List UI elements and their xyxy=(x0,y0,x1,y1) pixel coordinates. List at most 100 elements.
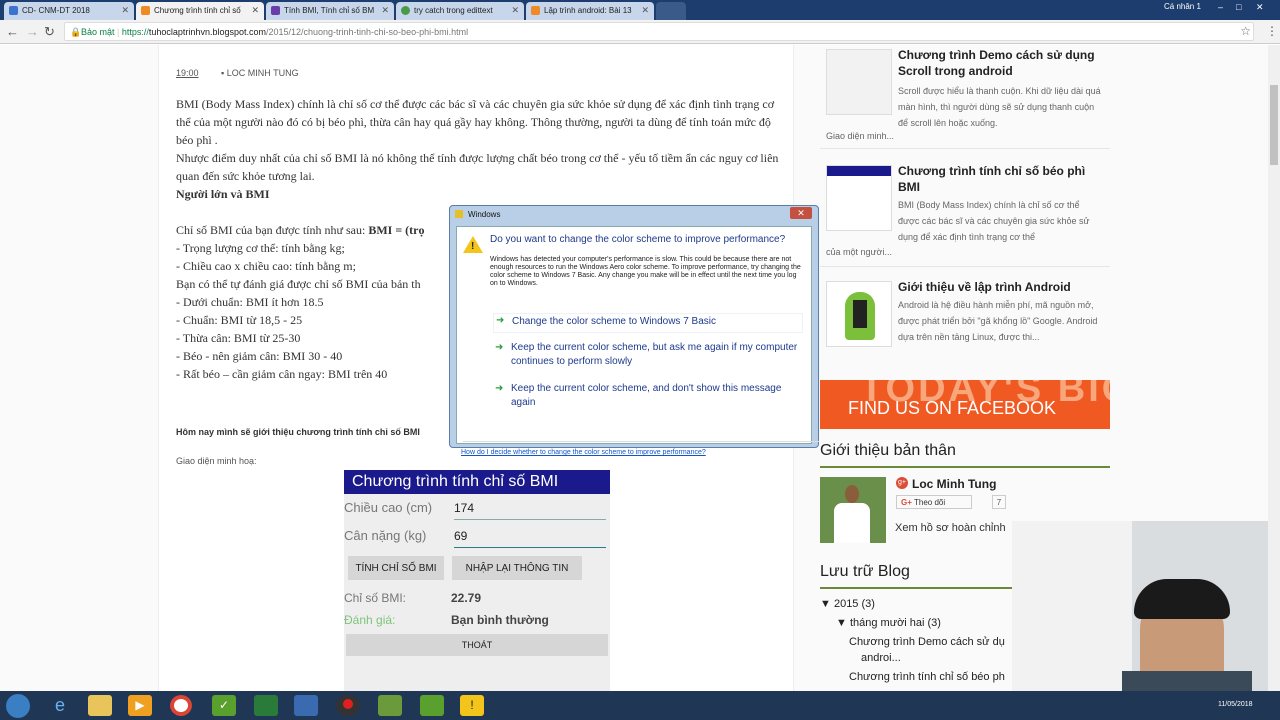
option-keep-dont-show[interactable]: ➜ Keep the current color scheme, and don'… xyxy=(493,382,803,410)
archive-month[interactable]: ▼ tháng mười hai (3) xyxy=(836,617,941,629)
banner-facebook-text: FIND US ON FACEBOOK xyxy=(848,398,1057,418)
archive-post-link[interactable]: androi... xyxy=(861,652,901,664)
reset-button: NHẬP LẠI THÔNG TIN xyxy=(452,556,582,580)
blogger-icon xyxy=(141,6,150,15)
dialog-description: Windows has detected your computer's per… xyxy=(490,256,801,287)
close-tab-icon[interactable]: ✕ xyxy=(251,5,259,16)
follow-button[interactable]: G+ Theo dõi xyxy=(896,495,972,509)
start-button[interactable] xyxy=(6,694,30,718)
windows-logo-icon xyxy=(455,210,463,218)
app-icon[interactable]: ✓ xyxy=(212,695,236,716)
facebook-banner[interactable]: TODAY'S BIG WINNER! FIND US ON FACEBOOK xyxy=(820,380,1110,429)
popular-post-title[interactable]: Giới thiệu về lập trình Android xyxy=(898,279,1103,295)
arrow-icon: ➜ xyxy=(495,342,504,353)
tab-label: CD- CNM-DT 2018 xyxy=(22,6,90,15)
monitor-icon[interactable] xyxy=(294,695,318,716)
popular-post-snippet: Android là hệ điều hành miễn phí, mã ngu… xyxy=(898,300,1098,342)
maximize-icon[interactable]: □ xyxy=(1236,2,1241,12)
bmi-label: Chỉ số BMI: xyxy=(344,591,407,605)
popular-post-title[interactable]: Chương trình Demo cách sử dụng Scroll tr… xyxy=(898,47,1103,79)
bookmark-star-icon[interactable]: ☆ xyxy=(1240,24,1251,38)
post-time[interactable]: 19:00 xyxy=(176,68,199,78)
close-window-icon[interactable]: ✕ xyxy=(1256,2,1264,13)
warning-taskbar-icon[interactable]: ! xyxy=(460,695,484,716)
dialog-title: Windows xyxy=(468,210,501,219)
close-tab-icon[interactable]: ✕ xyxy=(121,5,129,16)
popular-post-snippet: Scroll được hiểu là thanh cuộn. Khi dữ l… xyxy=(898,86,1101,128)
media-player-icon[interactable]: ▶ xyxy=(128,695,152,716)
popular-post-snippet-tail: Giao diện minh... xyxy=(826,131,895,141)
chrome-icon[interactable] xyxy=(170,695,192,716)
post-thumbnail xyxy=(826,49,892,115)
intro-text: Hôm nay mình sẽ giới thiệu chương trình … xyxy=(176,427,420,437)
app-icon[interactable] xyxy=(420,695,444,716)
reload-icon[interactable]: ↻ xyxy=(44,24,55,40)
height-field: 174 xyxy=(454,501,606,520)
avatar[interactable] xyxy=(820,477,886,543)
expand-triangle-icon: ▼ xyxy=(820,598,831,610)
view-profile-link[interactable]: Xem hồ sơ hoàn chỉnh xyxy=(895,522,1006,534)
tab-label: try catch trong edittext xyxy=(414,6,493,15)
browser-menu-icon[interactable]: ⋮ xyxy=(1266,24,1278,38)
scroll-thumb[interactable] xyxy=(1270,85,1278,165)
tab-cd-cnm[interactable]: CD- CNM-DT 2018 ✕ xyxy=(4,2,134,20)
close-tab-icon[interactable]: ✕ xyxy=(641,5,649,16)
back-icon[interactable]: ← xyxy=(6,24,19,39)
popular-post-snippet: BMI (Body Mass Index) chính là chỉ số cơ… xyxy=(898,200,1090,242)
address-bar: ← → ↻ 🔒 Bảo mật | https://tuhoclaptrinhv… xyxy=(0,20,1280,44)
archive-year[interactable]: ▼ 2015 (3) xyxy=(820,598,875,610)
arrow-icon: ➜ xyxy=(495,383,504,394)
tab-try-catch[interactable]: try catch trong edittext ✕ xyxy=(396,2,524,20)
post-thumbnail xyxy=(826,165,892,231)
help-link[interactable]: How do I decide whether to change the co… xyxy=(461,449,706,456)
url-host: tuhoclaptrinhvn.blogspot.com xyxy=(148,27,266,37)
lock-icon: 🔒 xyxy=(70,27,82,37)
url-input[interactable]: 🔒 Bảo mật | https://tuhoclaptrinhvn.blog… xyxy=(64,22,1254,41)
dialog-close-button[interactable]: ✕ xyxy=(790,207,812,219)
profile-chip[interactable]: Cá nhân 1 xyxy=(1164,2,1201,11)
record-icon[interactable] xyxy=(336,695,360,716)
ui-caption: Giao diện minh hoạ: xyxy=(176,456,257,466)
app-title: Chương trình tính chỉ số BMI xyxy=(344,470,610,494)
paragraph: Nhược điểm duy nhất của chỉ số BMI là nó… xyxy=(176,151,779,183)
option-change-scheme[interactable]: ➜ Change the color scheme to Windows 7 Ba… xyxy=(493,313,803,333)
forward-icon[interactable]: → xyxy=(26,24,39,39)
new-tab-button[interactable] xyxy=(656,2,686,20)
popular-post-title[interactable]: Chương trình tính chỉ số béo phì BMI xyxy=(898,163,1103,195)
tab-lap-trinh-android[interactable]: Lập trình android: Bài 13 ✕ xyxy=(526,2,654,20)
expand-triangle-icon: ▼ xyxy=(836,617,847,629)
excel-icon[interactable] xyxy=(254,695,278,716)
section-heading: Người lớn và BMI xyxy=(176,187,270,201)
post-author: ▪ LOC MINH TUNG xyxy=(221,68,299,78)
dialog-body: ! Do you want to change the color scheme… xyxy=(456,226,819,456)
profile-name[interactable]: Loc Minh Tung xyxy=(912,477,996,491)
file-explorer-icon[interactable] xyxy=(88,695,112,716)
minimize-icon[interactable]: – xyxy=(1218,2,1223,12)
weight-field: 69 xyxy=(454,529,606,548)
archive-post-link[interactable]: Chương trình Demo cách sử dụ xyxy=(849,636,1005,648)
tab-tinh-bmi[interactable]: Tính BMI, Tính chỉ số BM ✕ xyxy=(266,2,394,20)
tab-strip: CD- CNM-DT 2018 ✕ Chương trình tính chỉ s… xyxy=(0,0,1280,20)
popular-post[interactable]: Chương trình Demo cách sử dụng Scroll tr… xyxy=(820,45,1110,149)
url-path: /2015/12/chuong-trinh-tinh-chi-so-beo-ph… xyxy=(265,27,469,37)
option-keep-ask-again[interactable]: ➜ Keep the current color scheme, but ask … xyxy=(493,341,803,369)
popular-post[interactable]: Giới thiệu về lập trình Android Android … xyxy=(820,277,1110,367)
internet-explorer-icon[interactable]: e xyxy=(48,695,72,716)
taskbar-clock[interactable]: 11/05/2018 xyxy=(1218,701,1253,708)
popular-post-snippet-tail: của một người... xyxy=(826,247,892,257)
archive-post-link[interactable]: Chương trình tính chỉ số béo ph xyxy=(849,671,1005,683)
tab-bmi-program[interactable]: Chương trình tính chỉ số ✕ xyxy=(136,2,264,20)
rating-label: Đánh giá: xyxy=(344,613,396,627)
close-tab-icon[interactable]: ✕ xyxy=(511,5,519,16)
color-scheme-dialog: Windows ✕ ! Do you want to change the co… xyxy=(449,205,819,456)
post-meta: 19:00 ▪ LOC MINH TUNG xyxy=(176,68,299,78)
android-studio-icon[interactable] xyxy=(378,695,402,716)
arrow-icon: ➜ xyxy=(496,315,505,326)
close-tab-icon[interactable]: ✕ xyxy=(381,5,389,16)
about-widget-title: Giới thiệu bản thân xyxy=(820,442,1110,468)
tab-label: Chương trình tính chỉ số xyxy=(154,6,241,15)
follow-count: 7 xyxy=(992,495,1006,509)
popular-post[interactable]: Chương trình tính chỉ số béo phì BMI BMI… xyxy=(820,161,1110,267)
page-scrollbar[interactable] xyxy=(1268,45,1280,691)
taskbar: e ▶ ✓ ! 11/05/2018 xyxy=(0,691,1280,720)
